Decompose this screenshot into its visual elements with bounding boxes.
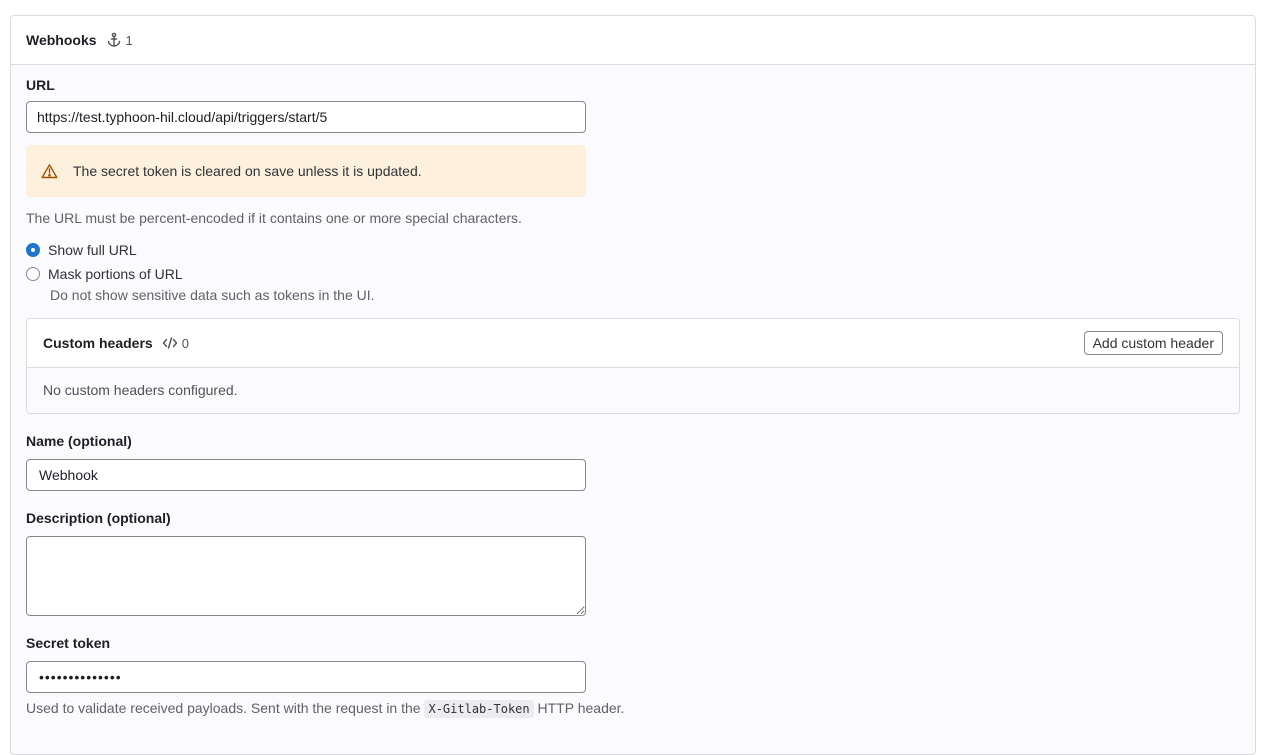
mask-url-help: Do not show sensitive data such as token… <box>50 287 375 303</box>
secret-help-prefix: Used to validate received payloads. Sent… <box>26 700 421 716</box>
url-input[interactable]: https://test.typhoon-hil.cloud/api/trigg… <box>26 101 586 133</box>
name-input[interactable]: Webhook <box>26 459 586 491</box>
radio-button[interactable] <box>26 267 40 281</box>
card-title: Webhooks <box>26 32 97 48</box>
secret-help-suffix: HTTP header. <box>537 700 625 716</box>
token-header-code: X-Gitlab-Token <box>424 700 534 718</box>
custom-headers-card: Custom headers 0 Add custom header No cu… <box>26 318 1240 414</box>
radio-label-show-full-url: Show full URL <box>48 242 137 258</box>
secret-token-alert: The secret token is cleared on save unle… <box>26 145 586 197</box>
radio-mask-url[interactable]: Mask portions of URL <box>26 266 183 282</box>
name-label: Name (optional) <box>26 433 132 449</box>
custom-headers-title: Custom headers <box>43 335 153 351</box>
code-icon <box>162 337 177 349</box>
secret-token-help: Used to validate received payloads. Sent… <box>26 700 625 718</box>
custom-headers-count: 0 <box>162 335 189 351</box>
warning-icon <box>41 164 58 179</box>
description-textarea[interactable] <box>26 536 586 616</box>
custom-headers-header: Custom headers 0 Add custom header <box>27 319 1239 368</box>
radio-button-checked[interactable] <box>26 243 40 257</box>
webhooks-card: Webhooks 1 URL https://test.typhoon-hil.… <box>10 15 1256 755</box>
radio-label-mask-url: Mask portions of URL <box>48 266 183 282</box>
add-custom-header-button[interactable]: Add custom header <box>1083 331 1223 355</box>
description-label: Description (optional) <box>26 510 171 526</box>
url-help-text: The URL must be percent-encoded if it co… <box>26 210 522 226</box>
radio-show-full-url[interactable]: Show full URL <box>26 242 137 258</box>
url-label: URL <box>26 77 55 93</box>
anchor-icon <box>107 32 120 47</box>
webhook-count: 1 <box>106 32 133 48</box>
secret-token-label: Secret token <box>26 635 111 651</box>
webhook-count-value: 1 <box>125 32 133 48</box>
secret-token-input[interactable]: •••••••••••••• <box>26 661 586 693</box>
custom-headers-empty-text: No custom headers configured. <box>43 382 238 398</box>
alert-text: The secret token is cleared on save unle… <box>73 163 422 179</box>
custom-headers-count-value: 0 <box>181 335 189 351</box>
card-header: Webhooks 1 <box>11 16 1255 65</box>
